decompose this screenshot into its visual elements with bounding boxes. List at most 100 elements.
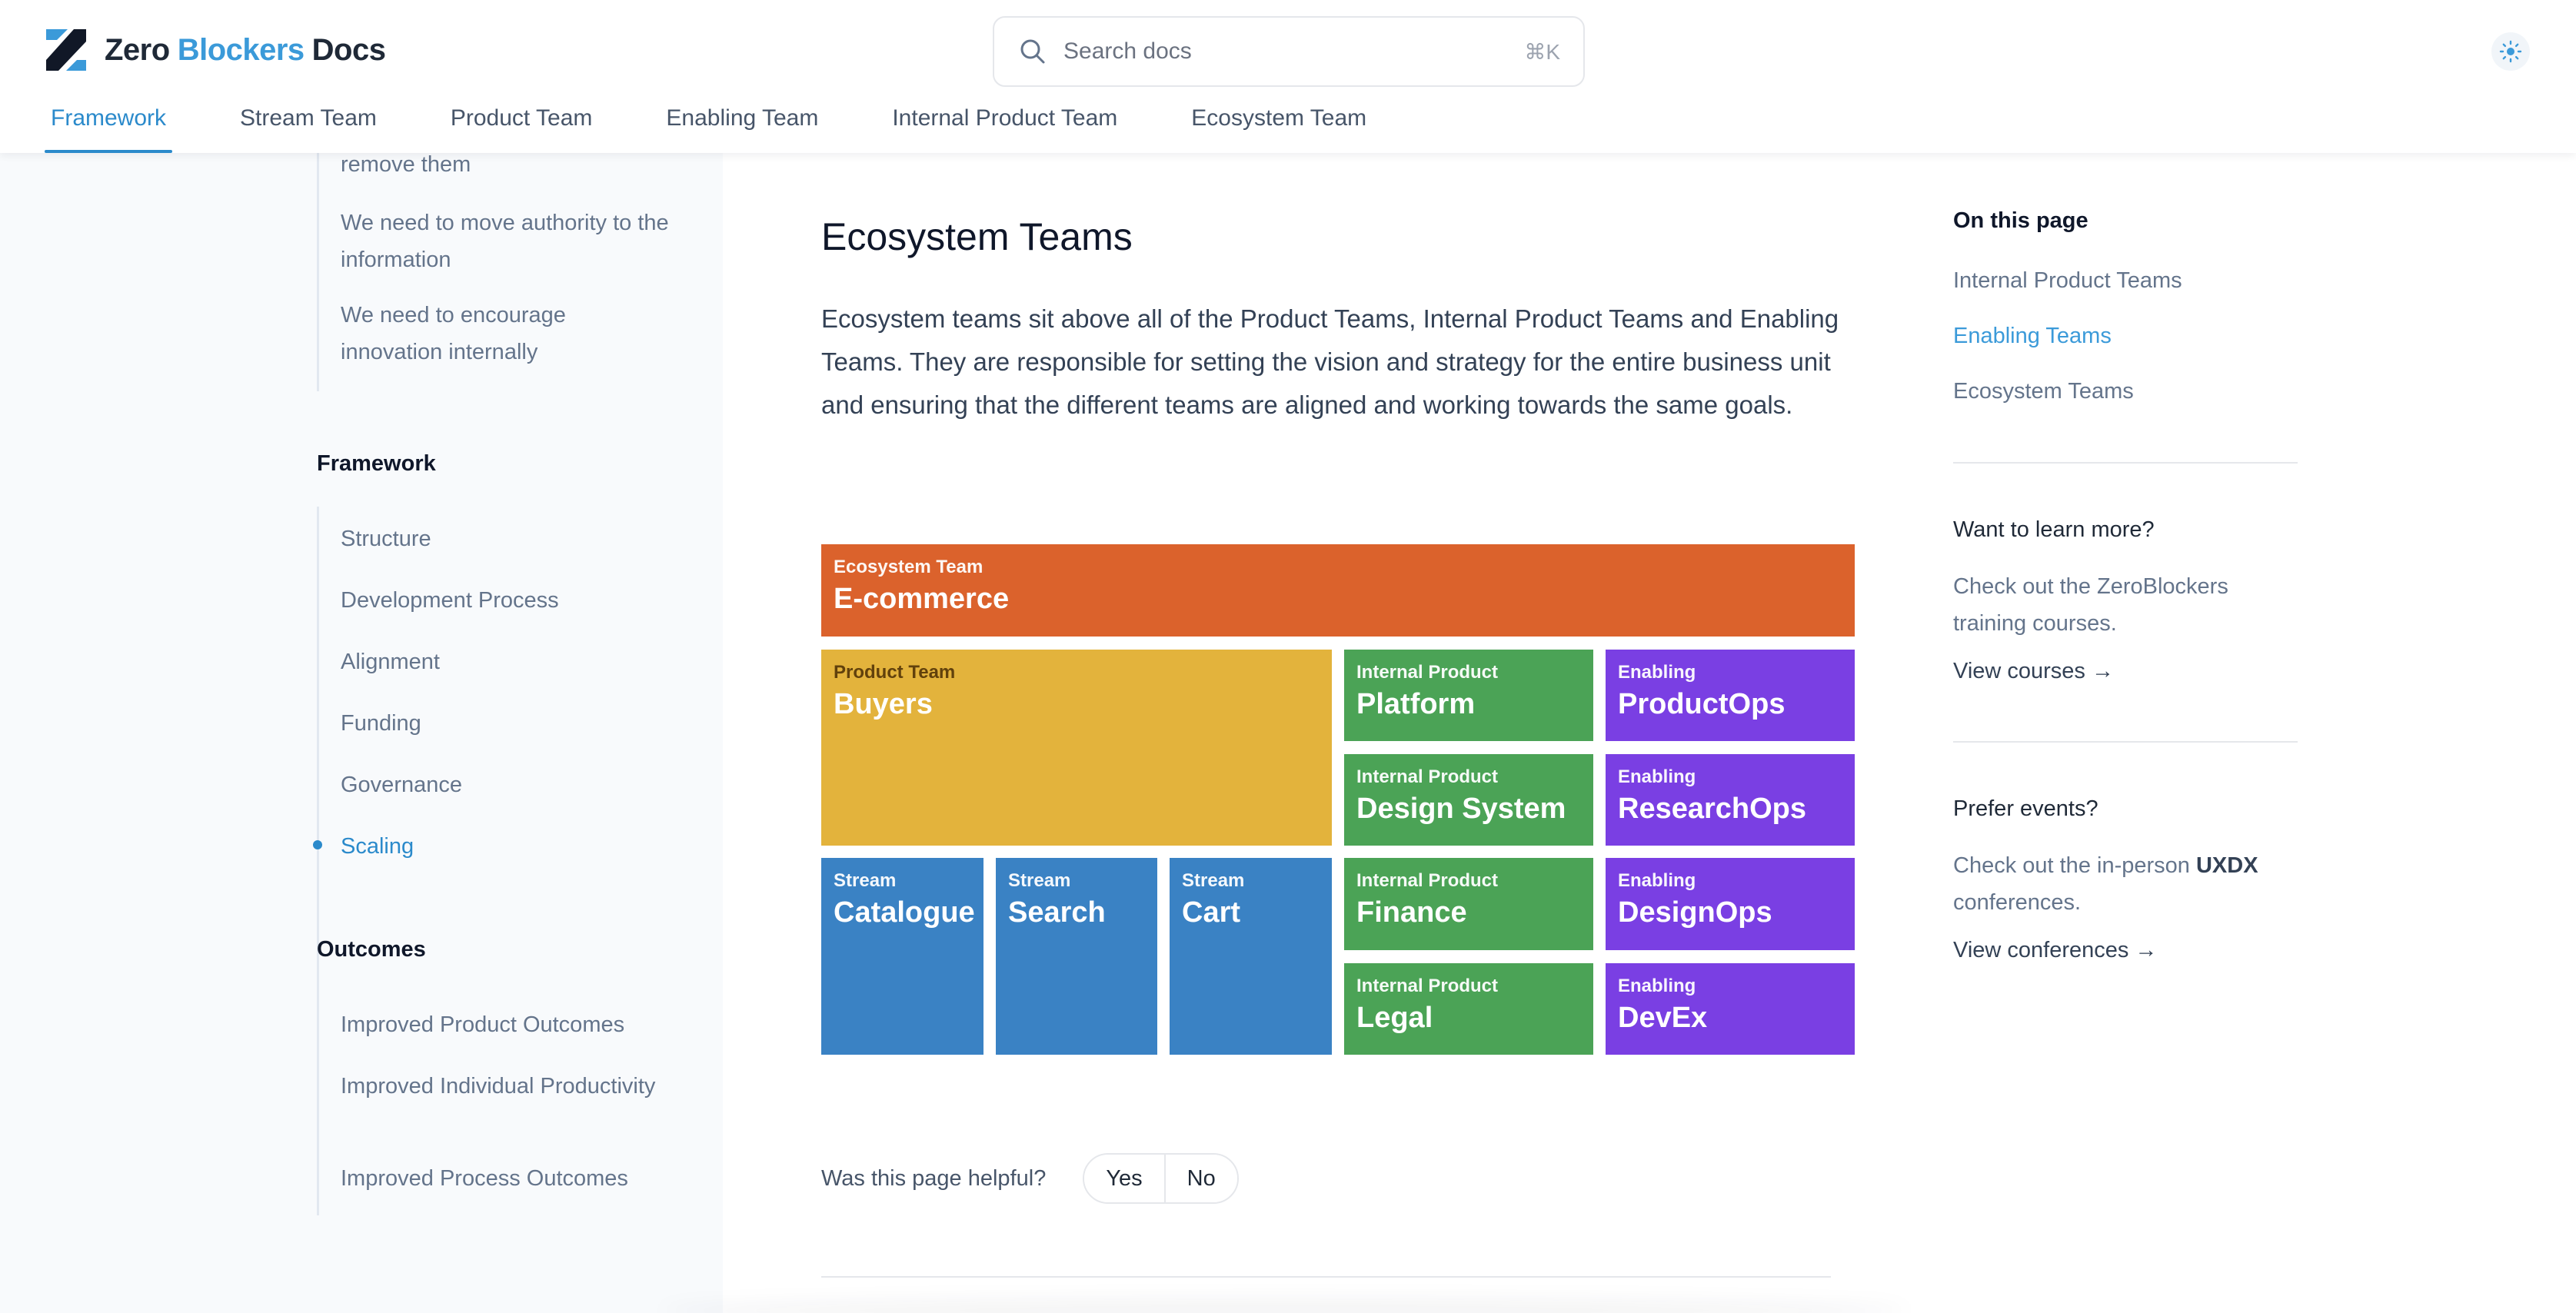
footer-shadow: [661, 1299, 1907, 1313]
sidebar-item-improved-process-outcomes[interactable]: Improved Process Outcomes: [341, 1160, 671, 1197]
on-this-page-heading: On this page: [1953, 208, 2088, 233]
search-input[interactable]: [1063, 38, 1525, 65]
toc-link-enabling-teams[interactable]: Enabling Teams: [1953, 324, 2112, 349]
team-structure-diagram: Ecosystem Team E-commerce Product Team B…: [821, 544, 1855, 1055]
sidebar-item-development-process[interactable]: Development Process: [341, 582, 671, 619]
sidebar-item-encourage-innovation[interactable]: We need to encourage innovation internal…: [341, 297, 671, 371]
search-shortcut: ⌘K: [1524, 39, 1560, 64]
block-kind: Ecosystem Team: [834, 557, 983, 577]
block-name: Search: [1008, 896, 1106, 929]
nav-guide-line: [317, 992, 319, 1215]
tab-framework[interactable]: Framework: [45, 100, 173, 153]
tab-product-team[interactable]: Product Team: [444, 100, 599, 153]
sidebar-item-governance[interactable]: Governance: [341, 766, 671, 803]
block-kind: Stream: [1182, 870, 1245, 891]
rail-divider: [1953, 741, 2298, 743]
internal-product-team-block: Internal Product Platform: [1344, 650, 1593, 741]
block-name: ProductOps: [1618, 688, 1786, 720]
block-name: Design System: [1356, 793, 1566, 825]
feedback-yes-button[interactable]: Yes: [1084, 1155, 1164, 1202]
sidebar-item-funding[interactable]: Funding: [341, 705, 671, 742]
block-kind: Internal Product: [1356, 766, 1499, 787]
block-kind: Internal Product: [1356, 662, 1499, 683]
sidebar-item-alignment[interactable]: Alignment: [341, 643, 671, 680]
internal-product-team-block: Internal Product Finance: [1344, 858, 1593, 950]
sidebar-item-improved-product-outcomes[interactable]: Improved Product Outcomes: [341, 1006, 671, 1043]
learn-more-heading: Want to learn more?: [1953, 517, 2155, 542]
sidebar-item-label: Scaling: [341, 834, 414, 859]
tab-enabling-team[interactable]: Enabling Team: [660, 100, 824, 153]
brand-logo[interactable]: Zero Blockers Docs: [45, 28, 386, 72]
logo-z-icon: [46, 29, 86, 71]
stream-team-block: Stream Cart: [1170, 858, 1332, 1055]
ecosystem-team-block: Ecosystem Team E-commerce: [821, 544, 1855, 637]
page-title: Ecosystem Teams: [821, 215, 1133, 258]
page-feedback: Was this page helpful? Yes No: [821, 1153, 1239, 1204]
feedback-buttons: Yes No: [1083, 1153, 1239, 1204]
brand-wordmark: Zero Blockers Docs: [105, 32, 386, 68]
internal-product-team-block: Internal Product Legal: [1344, 963, 1593, 1055]
product-team-block: Product Team Buyers: [821, 650, 1332, 846]
toc-link-ecosystem-teams[interactable]: Ecosystem Teams: [1953, 379, 2134, 404]
block-name: DesignOps: [1618, 896, 1772, 929]
stream-team-block: Stream Search: [996, 858, 1157, 1055]
view-conferences-link[interactable]: View conferences →: [1953, 938, 2157, 963]
block-kind: Stream: [1008, 870, 1071, 891]
block-kind: Enabling: [1618, 976, 1696, 996]
tab-internal-product-team[interactable]: Internal Product Team: [886, 100, 1123, 153]
block-name: DevEx: [1618, 1002, 1708, 1034]
nav-guide-line: [317, 153, 319, 391]
sidebar-item-scaling[interactable]: Scaling: [313, 828, 671, 865]
events-text: Check out the in-person UXDX conferences…: [1953, 847, 2291, 921]
tab-ecosystem-team[interactable]: Ecosystem Team: [1185, 100, 1373, 153]
tab-stream-team[interactable]: Stream Team: [234, 100, 383, 153]
brand-zero: Zero: [105, 32, 170, 67]
theme-toggle-button[interactable]: [2491, 32, 2530, 71]
toc-link-internal-product-teams[interactable]: Internal Product Teams: [1953, 268, 2182, 294]
sidebar-section-outcomes: Outcomes: [317, 937, 426, 962]
sidebar-section-framework: Framework: [317, 451, 436, 476]
footer-divider: [821, 1276, 1831, 1278]
events-text-bold: UXDX: [2195, 853, 2258, 878]
block-kind: Enabling: [1618, 662, 1696, 683]
events-text-post: conferences.: [1953, 890, 2082, 915]
block-name: ResearchOps: [1618, 793, 1807, 825]
block-kind: Enabling: [1618, 870, 1696, 891]
sidebar-item-move-authority[interactable]: We need to move authority to the informa…: [341, 204, 671, 278]
top-header: ZeroBlockersDocs ⌘K Framework Stream Tea…: [0, 0, 2576, 153]
block-kind: Internal Product: [1356, 870, 1499, 891]
enabling-team-block: Enabling ResearchOps: [1606, 754, 1855, 846]
learn-more-text: Check out the ZeroBlockers training cour…: [1953, 574, 2228, 636]
internal-product-team-block: Internal Product Design System: [1344, 754, 1593, 846]
events-heading: Prefer events?: [1953, 796, 2098, 821]
block-name: Buyers: [834, 688, 933, 720]
enabling-team-block: Enabling ProductOps: [1606, 650, 1855, 741]
block-name: Finance: [1356, 896, 1467, 929]
brand-docs: Docs: [311, 32, 386, 67]
view-courses-link[interactable]: View courses →: [1953, 659, 2114, 684]
search-icon: [1020, 39, 1045, 64]
search-box[interactable]: ⌘K: [993, 16, 1585, 87]
feedback-no-button[interactable]: No: [1163, 1155, 1237, 1202]
left-sidebar: remove them We need to move authority to…: [0, 153, 723, 1313]
section-tabs: Framework Stream Team Product Team Enabl…: [45, 100, 1434, 153]
block-kind: Internal Product: [1356, 976, 1499, 996]
sidebar-item-improved-individual-productivity[interactable]: Improved Individual Productivity: [341, 1068, 671, 1105]
sidebar-item-remove-them[interactable]: remove them: [341, 153, 671, 183]
block-kind: Product Team: [834, 662, 956, 683]
intro-paragraph: Ecosystem teams sit above all of the Pro…: [821, 304, 1839, 419]
feedback-question: Was this page helpful?: [821, 1165, 1047, 1191]
active-indicator: [313, 840, 322, 849]
block-name: E-commerce: [834, 583, 1010, 615]
events-text-pre: Check out the in-person: [1953, 853, 2196, 878]
stream-team-block: Stream Catalogue: [821, 858, 983, 1055]
block-name: Catalogue: [834, 896, 975, 929]
enabling-team-block: Enabling DesignOps: [1606, 858, 1855, 950]
block-name: Cart: [1182, 896, 1241, 929]
enabling-team-block: Enabling DevEx: [1606, 963, 1855, 1055]
block-kind: Enabling: [1618, 766, 1696, 787]
sidebar-item-structure[interactable]: Structure: [341, 520, 671, 557]
block-name: Legal: [1356, 1002, 1433, 1034]
brand-blockers: Blockers: [177, 32, 305, 67]
block-name: Platform: [1356, 688, 1476, 720]
